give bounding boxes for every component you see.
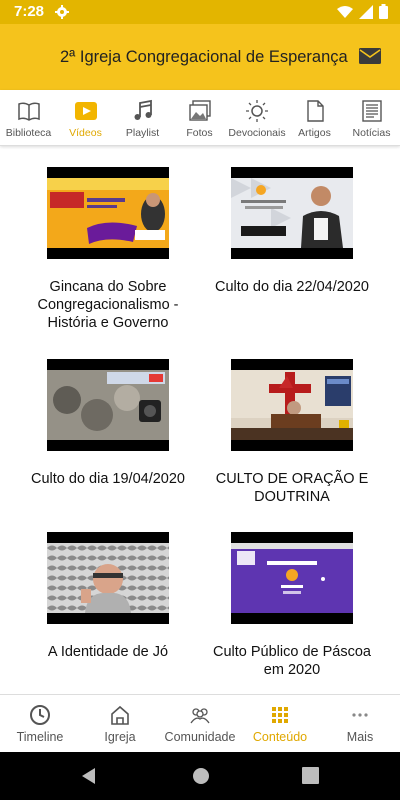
video-thumbnail xyxy=(47,532,169,624)
video-thumbnail xyxy=(231,167,353,259)
recents-icon[interactable] xyxy=(302,767,319,784)
tab-label: Artigos xyxy=(298,127,331,139)
battery-icon xyxy=(379,4,388,19)
video-thumbnail-image xyxy=(231,178,353,248)
back-icon[interactable] xyxy=(80,767,98,785)
tab-devocionais[interactable]: Devocionais xyxy=(228,90,286,146)
video-thumbnail-image xyxy=(47,543,169,613)
video-title: A Identidade de Jó xyxy=(47,644,169,660)
more-dots-icon xyxy=(352,713,368,717)
music-note-icon xyxy=(134,99,152,120)
tab-label: Playlist xyxy=(125,127,160,139)
mail-icon[interactable] xyxy=(358,45,382,67)
bottom-navigation: Timeline Igreja Comunidade Conteúdo Mais xyxy=(0,694,400,752)
video-card[interactable]: Culto do dia 19/04/2020 xyxy=(8,359,208,488)
app-bar: 2ª Igreja Congregacional de Esperança xyxy=(0,24,400,90)
video-thumbnail xyxy=(47,167,169,259)
home-icon xyxy=(111,705,129,725)
video-card[interactable]: CULTO DE ORAÇÃO E DOUTRINA xyxy=(192,359,392,506)
video-thumbnail xyxy=(231,359,353,451)
nav-label: Comunidade xyxy=(164,730,236,744)
nav-conteudo[interactable]: Conteúdo xyxy=(240,695,320,753)
video-thumbnail-image xyxy=(231,370,353,440)
nav-label: Timeline xyxy=(16,730,64,744)
tab-artigos[interactable]: Artigos xyxy=(286,90,343,146)
system-navigation-bar xyxy=(0,752,400,800)
video-title: Gincana do Sobre Congregacionalismo - Hi… xyxy=(37,279,179,331)
clock-icon xyxy=(30,705,50,725)
status-bar: 7:28 xyxy=(0,0,400,24)
tab-label: Notícias xyxy=(352,127,391,139)
video-thumbnail-image xyxy=(47,370,169,440)
content-tab-bar: Biblioteca Vídeos Playlist Fotos Devocio… xyxy=(0,90,400,146)
home-circle-icon[interactable] xyxy=(192,767,210,785)
video-card[interactable]: Culto do dia 22/04/2020 xyxy=(192,167,392,296)
nav-mais[interactable]: Mais xyxy=(320,695,400,753)
video-title: CULTO DE ORAÇÃO E DOUTRINA xyxy=(215,471,369,505)
tab-label: Fotos xyxy=(186,127,213,139)
video-play-icon xyxy=(74,102,97,120)
tab-noticias[interactable]: Notícias xyxy=(343,90,400,146)
signal-icon xyxy=(359,4,373,19)
nav-label: Conteúdo xyxy=(252,730,308,744)
nav-label: Mais xyxy=(346,730,374,744)
sun-icon xyxy=(246,100,268,122)
video-grid: Gincana do Sobre Congregacionalismo - Hi… xyxy=(0,148,400,693)
book-icon xyxy=(17,102,40,121)
wifi-icon xyxy=(337,5,353,18)
settings-gear-icon xyxy=(55,5,69,19)
people-icon xyxy=(190,708,210,724)
video-card[interactable]: A Identidade de Jó xyxy=(8,532,208,661)
status-time: 7:28 xyxy=(14,3,45,20)
video-title: Culto do dia 19/04/2020 xyxy=(31,471,185,487)
photos-icon xyxy=(188,100,211,121)
newspaper-icon xyxy=(361,100,382,122)
tab-fotos[interactable]: Fotos xyxy=(171,90,228,146)
video-thumbnail-image xyxy=(231,543,353,613)
nav-comunidade[interactable]: Comunidade xyxy=(160,695,240,753)
video-title: Culto Público de Páscoa em 2020 xyxy=(213,644,371,678)
nav-igreja[interactable]: Igreja xyxy=(80,695,160,753)
video-card[interactable]: Culto Público de Páscoa em 2020 xyxy=(192,532,392,679)
tab-label: Vídeos xyxy=(69,127,102,139)
church-title: 2ª Igreja Congregacional de Esperança xyxy=(60,48,348,66)
grid-icon xyxy=(272,707,288,723)
tab-videos[interactable]: Vídeos xyxy=(57,90,114,146)
tab-label: Biblioteca xyxy=(5,127,52,139)
video-thumbnail xyxy=(231,532,353,624)
video-title: Culto do dia 22/04/2020 xyxy=(215,279,369,295)
video-card[interactable]: Gincana do Sobre Congregacionalismo - Hi… xyxy=(8,167,208,332)
tab-playlist[interactable]: Playlist xyxy=(114,90,171,146)
document-icon xyxy=(306,100,324,122)
video-thumbnail xyxy=(47,359,169,451)
nav-label: Igreja xyxy=(104,730,136,744)
video-thumbnail-image xyxy=(47,178,169,248)
nav-timeline[interactable]: Timeline xyxy=(0,695,80,753)
tab-biblioteca[interactable]: Biblioteca xyxy=(0,90,57,146)
tab-label: Devocionais xyxy=(228,127,286,139)
